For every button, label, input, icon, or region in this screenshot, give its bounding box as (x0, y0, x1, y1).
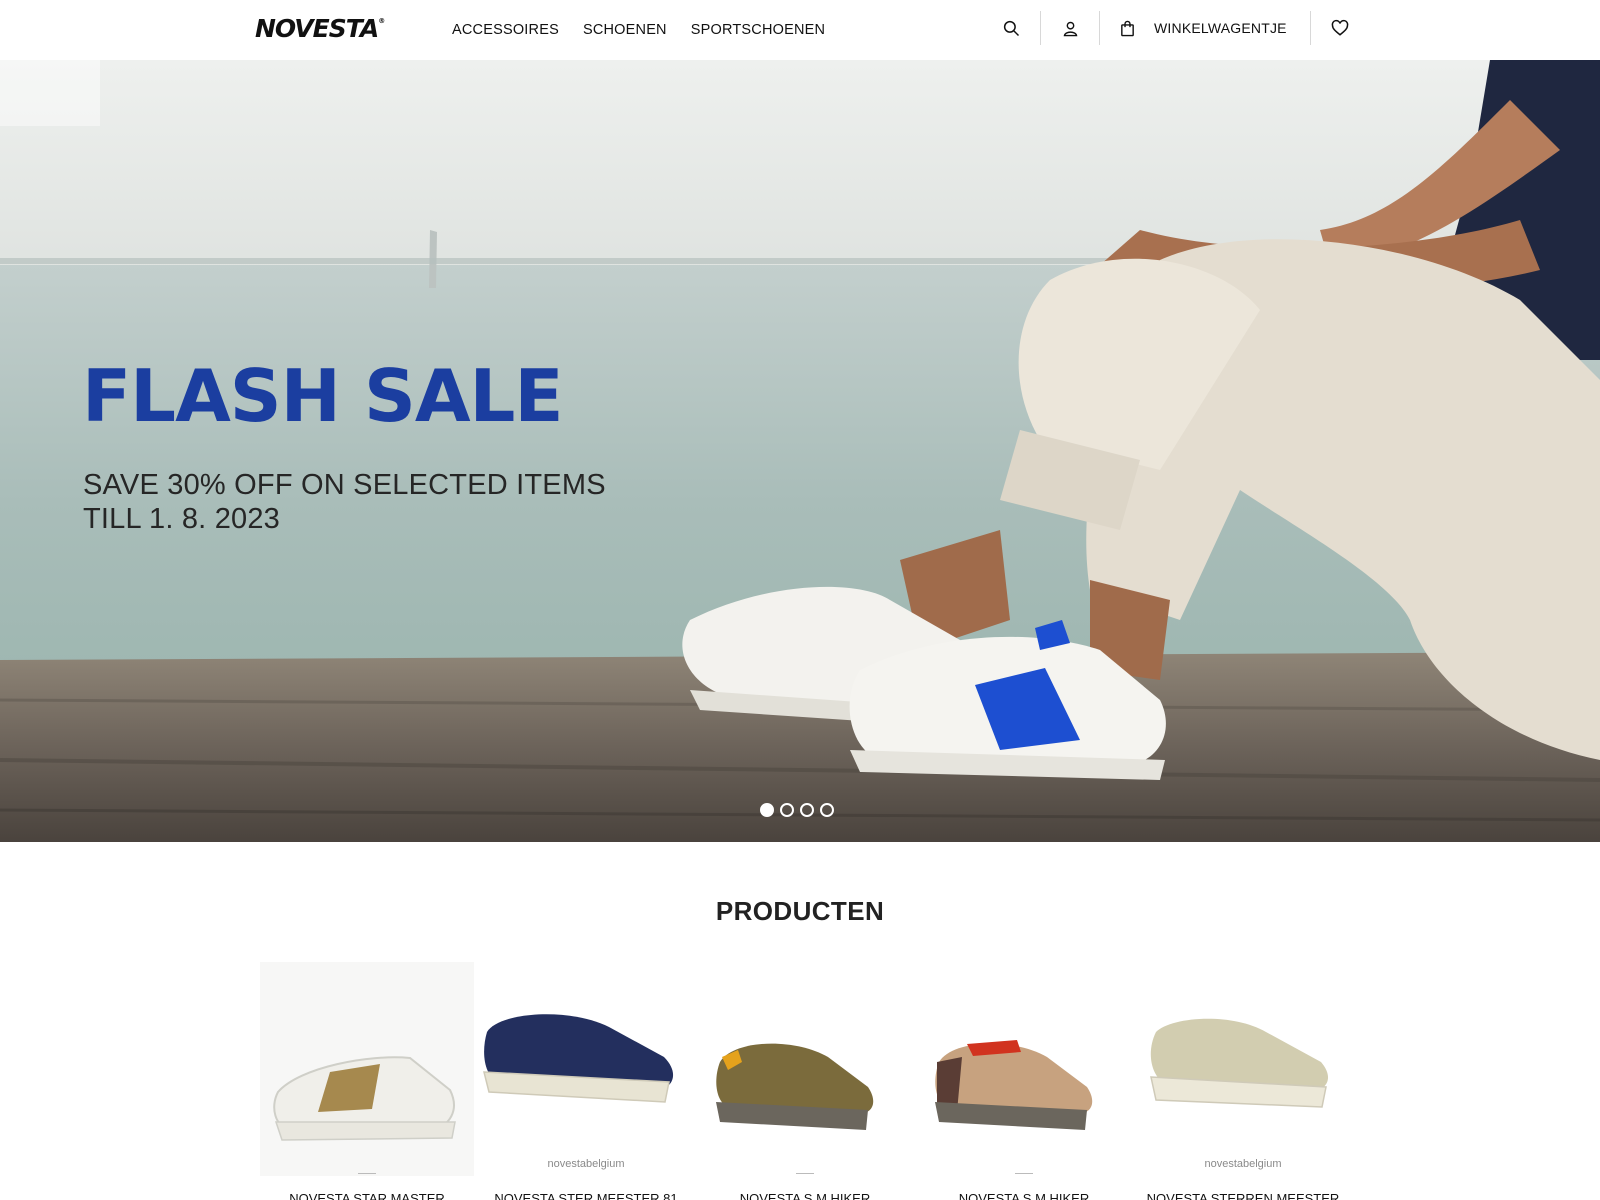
nav-item-sportschoenen[interactable]: SPORTSCHOENEN (691, 22, 825, 38)
product-name[interactable]: NOVESTA STERREN MEESTER (1136, 1191, 1350, 1200)
hero-banner[interactable]: FLASH SALE SAVE 30% OFF ON SELECTED ITEM… (0, 60, 1600, 842)
header-actions: WINKELWAGENTJE (985, 10, 1366, 46)
heart-icon (1331, 19, 1349, 36)
hero-subline: SAVE 30% OFF ON SELECTED ITEMS TILL 1. 8… (83, 468, 606, 536)
product-divider (358, 1173, 376, 1174)
carousel-dot-3[interactable] (800, 803, 814, 817)
search-icon (1003, 20, 1020, 37)
header-divider (1099, 11, 1100, 45)
product-brand-tag: novestabelgium (1204, 1158, 1282, 1170)
product-name[interactable]: NOVESTA STER MEESTER 81 (479, 1191, 693, 1200)
main-nav: ACCESSOIRES SCHOENEN SPORTSCHOENEN (452, 22, 825, 38)
carousel-dot-2[interactable] (780, 803, 794, 817)
carousel-dot-1[interactable] (760, 803, 774, 817)
product-image (479, 962, 693, 1176)
hero-corner-overlay (0, 60, 100, 126)
header-divider (1040, 11, 1041, 45)
product-name[interactable]: NOVESTA S.M.HIKER (917, 1191, 1131, 1200)
account-button[interactable] (1044, 10, 1096, 46)
product-brand-tag: novestabelgium (547, 1158, 625, 1170)
products-section-title: PRODUCTEN (715, 896, 885, 926)
product-card[interactable]: novestabelgium NOVESTA STERREN MEESTER (1136, 962, 1350, 1200)
product-card[interactable]: novestabelgium NOVESTA STER MEESTER 81 (479, 962, 693, 1200)
hero-photo (0, 60, 1600, 842)
shopping-bag-icon (1121, 20, 1134, 36)
nav-item-schoenen[interactable]: SCHOENEN (583, 22, 667, 38)
product-image (1136, 962, 1350, 1176)
product-name[interactable]: NOVESTA S.M.HIKER (698, 1191, 912, 1200)
product-card[interactable]: NOVESTA S.M.HIKER (698, 962, 912, 1200)
product-divider (796, 1173, 814, 1174)
user-icon (1063, 21, 1077, 36)
carousel-dot-4[interactable] (820, 803, 834, 817)
brand-logo[interactable]: NOVESTA® (255, 14, 385, 43)
search-button[interactable] (985, 10, 1037, 46)
header-divider (1309, 11, 1311, 45)
wishlist-button[interactable] (1314, 10, 1366, 46)
hero-subline-2: TILL 1. 8. 2023 (83, 503, 281, 535)
product-name[interactable]: NOVESTA STAR MASTER (260, 1191, 474, 1200)
cart-label: WINKELWAGENTJE (1154, 20, 1287, 36)
hero-headline: FLASH SALE (82, 354, 564, 438)
logo-text: NOVESTA (255, 14, 379, 43)
nav-item-accessoires[interactable]: ACCESSOIRES (452, 22, 559, 38)
product-grid: NOVESTA STAR MASTER novestabelgium NOVES… (260, 962, 1350, 1200)
site-header: NOVESTA® ACCESSOIRES SCHOENEN SPORTSCHOE… (0, 0, 1600, 60)
product-image (698, 962, 912, 1176)
product-divider (1015, 1173, 1033, 1174)
carousel-dots (760, 803, 834, 817)
hero-subline-1: SAVE 30% OFF ON SELECTED ITEMS (83, 469, 606, 501)
product-card[interactable]: NOVESTA STAR MASTER (260, 962, 474, 1200)
cart-button[interactable]: WINKELWAGENTJE (1103, 10, 1307, 46)
product-image (260, 962, 474, 1176)
product-image (917, 962, 1131, 1176)
product-card[interactable]: NOVESTA S.M.HIKER (917, 962, 1131, 1200)
